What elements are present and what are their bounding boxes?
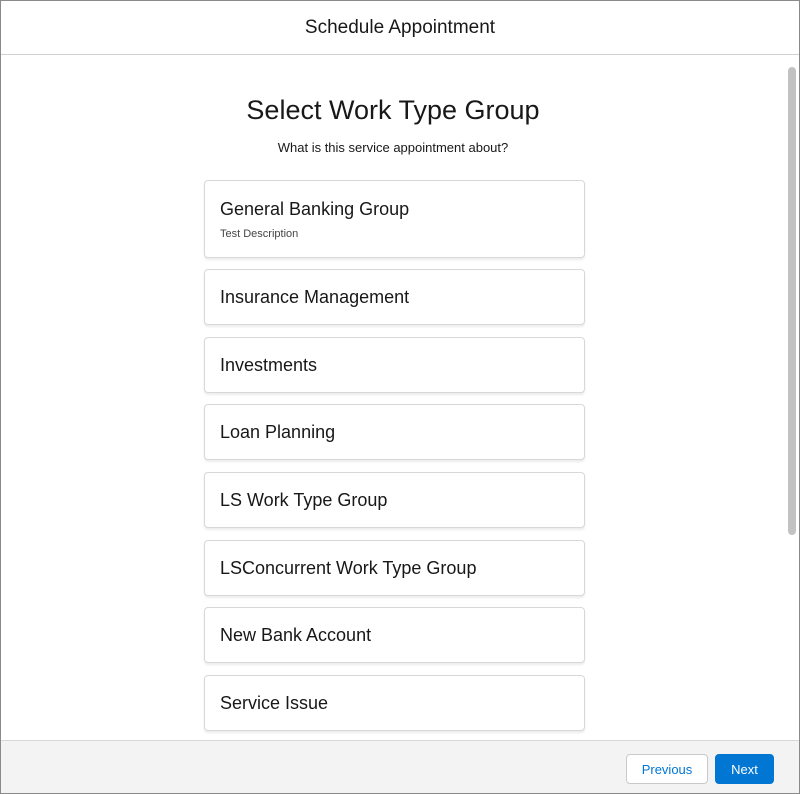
previous-button[interactable]: Previous [626, 754, 708, 784]
schedule-appointment-window: Schedule Appointment Select Work Type Gr… [0, 0, 800, 794]
group-name: LS Work Type Group [220, 490, 388, 510]
scrollbar-thumb[interactable] [788, 67, 796, 535]
page-title: Select Work Type Group [246, 95, 540, 125]
modal-footer: Previous Next [1, 740, 799, 793]
vertical-scrollbar[interactable] [785, 55, 799, 740]
group-card-general-banking[interactable]: General Banking Group Test Description [204, 180, 585, 258]
group-card-investments[interactable]: Investments [204, 337, 585, 393]
group-name: Loan Planning [220, 422, 336, 442]
group-card-service-issue[interactable]: Service Issue [204, 675, 585, 731]
group-card-loan-planning[interactable]: Loan Planning [204, 404, 585, 460]
group-name: New Bank Account [220, 625, 372, 645]
group-card-new-bank-account[interactable]: New Bank Account [204, 607, 585, 663]
group-name: LSConcurrent Work Type Group [220, 558, 477, 578]
group-card-lsconcurrent-work-type-group[interactable]: LSConcurrent Work Type Group [204, 540, 585, 596]
next-button[interactable]: Next [715, 754, 774, 784]
group-name: Insurance Management [220, 287, 410, 307]
modal-content: Select Work Type Group What is this serv… [1, 55, 799, 740]
modal-header: Schedule Appointment [1, 1, 799, 55]
group-name: General Banking Group [220, 199, 410, 219]
group-name: Investments [220, 355, 318, 375]
page-subtitle: What is this service appointment about? [277, 140, 509, 155]
modal-title: Schedule Appointment [304, 16, 496, 38]
group-card-insurance-management[interactable]: Insurance Management [204, 269, 585, 325]
group-card-ls-work-type-group[interactable]: LS Work Type Group [204, 472, 585, 528]
group-name: Service Issue [220, 693, 329, 713]
group-description: Test Description [220, 228, 299, 240]
